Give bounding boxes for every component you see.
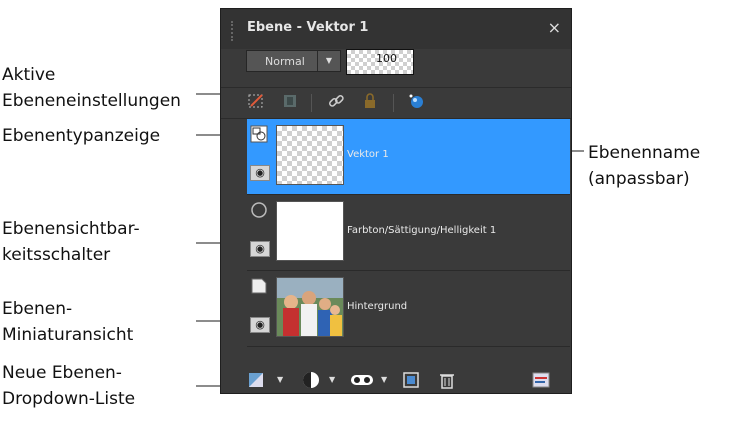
layer-thumbnail (276, 201, 344, 261)
callout-ebenentypanzeige: Ebenentypanzeige (2, 126, 161, 146)
layer-thumbnail (276, 125, 344, 185)
layer-row-adjustment[interactable]: ◉ Farbton/Sättigung/Helligkeit 1 (247, 195, 570, 271)
mask-icon[interactable] (279, 92, 301, 114)
visibility-toggle-eye-icon[interactable]: ◉ (250, 317, 270, 333)
chevron-down-icon[interactable]: ▼ (277, 370, 283, 390)
layer-name[interactable]: Vektor 1 (347, 149, 389, 160)
toolbar-separator (393, 94, 394, 112)
raster-layer-icon (250, 277, 268, 295)
layer-effects-icon[interactable] (405, 92, 427, 114)
link-icon[interactable] (325, 92, 347, 114)
callout-ebenensichtbarkeitsschalter: Ebenensichtbar- keitsschalter (2, 219, 140, 265)
panel-titlebar[interactable]: Ebene - Vektor 1 × (221, 9, 571, 49)
panel-title: Ebene - Vektor 1 (247, 20, 369, 35)
edit-layer-icon[interactable] (245, 92, 267, 114)
vector-layer-icon (250, 125, 268, 143)
layer-settings-toolbar (221, 87, 571, 119)
callout-aktive-ebeneneinstellungen: Aktive Ebeneneinstellungen (2, 65, 181, 111)
layer-row-hintergrund[interactable]: ◉ Hintergrund (247, 271, 570, 347)
chevron-down-icon[interactable]: ▼ (329, 370, 335, 390)
new-raster-layer-icon[interactable] (247, 370, 267, 390)
delete-icon[interactable] (437, 370, 457, 390)
lock-icon[interactable] (359, 92, 381, 114)
opacity-field[interactable]: 100 (346, 49, 414, 75)
layers-panel: Ebene - Vektor 1 × Normal ▼ 100 ◉ Vektor… (220, 8, 572, 394)
layer-name[interactable]: Farbton/Sättigung/Helligkeit 1 (347, 225, 496, 236)
blend-mode-value: Normal (265, 55, 305, 68)
callout-neue-ebenen-dropdown: Neue Ebenen- Dropdown-Liste (2, 363, 136, 409)
merge-icon[interactable] (401, 370, 421, 390)
layer-row-vektor-1[interactable]: ◉ Vektor 1 (247, 119, 570, 195)
chevron-down-icon[interactable]: ▼ (317, 51, 340, 71)
visibility-toggle-eye-icon[interactable]: ◉ (250, 241, 270, 257)
chevron-down-icon[interactable]: ▼ (381, 370, 387, 390)
new-adjustment-layer-icon[interactable] (301, 370, 321, 390)
blend-mode-select[interactable]: Normal ▼ (246, 50, 341, 72)
layer-properties-icon[interactable] (531, 370, 551, 390)
close-icon[interactable]: × (548, 18, 561, 37)
layer-name[interactable]: Hintergrund (347, 301, 407, 312)
layer-thumbnail-photo (276, 277, 344, 337)
layer-actions-bar: ▼ ▼ ▼ (221, 367, 571, 393)
opacity-value: 100 (376, 52, 397, 65)
drag-grip-icon[interactable] (231, 21, 237, 41)
new-mask-icon[interactable] (349, 370, 375, 390)
visibility-toggle-eye-icon[interactable]: ◉ (250, 165, 270, 181)
toolbar-separator (311, 94, 312, 112)
adjustment-layer-icon (250, 201, 268, 219)
callout-ebenen-miniaturansicht: Ebenen- Miniaturansicht (2, 299, 134, 345)
callout-ebenenname: Ebenenname (anpassbar) (588, 143, 701, 189)
